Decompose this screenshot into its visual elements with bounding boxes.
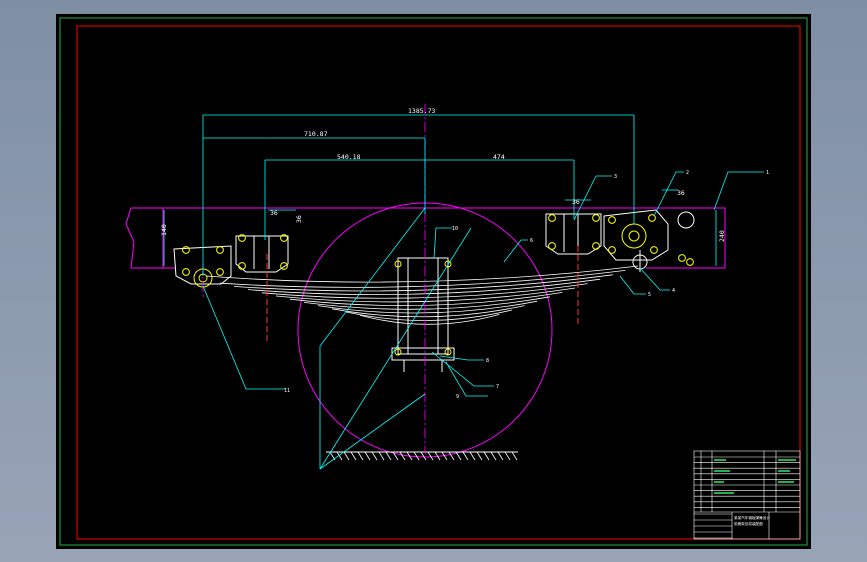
dim-small-d: 36 [295, 215, 303, 223]
hatch-stroke [378, 451, 385, 461]
dim-small-c: 36 [677, 189, 685, 197]
leader-lines [202, 171, 764, 397]
u-bolt-clamp [391, 257, 455, 372]
bolt-head [678, 254, 686, 262]
spring-leaf [219, 270, 626, 288]
title-block-text: 某某汽车钢板弹簧设计 前悬架总成装配图 [734, 515, 770, 526]
frame-rail [125, 207, 726, 269]
hatch-stroke [343, 451, 350, 461]
leaf-spring-stack [205, 265, 639, 325]
hatch-stroke [504, 451, 511, 461]
bolt-head [592, 214, 600, 222]
hatch-stroke [350, 451, 357, 461]
bolt-head [650, 246, 658, 254]
bolt-head [686, 258, 694, 266]
balloon-5: 5 [648, 292, 651, 298]
title-cell-mark [778, 459, 796, 461]
title-cell-mark [714, 470, 730, 472]
bolt-head [216, 246, 224, 254]
balloon-11: 11 [284, 388, 290, 394]
hatch-stroke [371, 451, 378, 461]
balloon-2: 2 [686, 170, 689, 176]
bolt-head [592, 242, 600, 250]
title-line-1: 某某汽车钢板弹簧设计 [734, 515, 770, 520]
hatch-stroke [469, 451, 476, 461]
part-balloons: 1 2 3 4 5 6 7 8 9 10 11 [284, 170, 769, 400]
hatch-stroke [455, 451, 462, 461]
hatch-stroke [497, 451, 504, 461]
hatch-stroke [399, 451, 406, 461]
balloon-6: 6 [530, 238, 533, 244]
hatch-stroke [364, 451, 371, 461]
centerlines [202, 104, 426, 454]
bolt-head [182, 246, 190, 254]
balloon-8: 8 [486, 358, 489, 364]
hatch-stroke [427, 451, 434, 461]
title-cell-mark [714, 492, 734, 494]
dim-inner-left: 540.18 [337, 153, 361, 161]
dim-small-b: 36 [572, 198, 580, 206]
bolt-head [216, 268, 224, 276]
ground-hatch [329, 451, 518, 461]
dim-overall: 1385.73 [408, 107, 435, 115]
bolt-head [608, 246, 616, 254]
dim-rear-height: 240 [718, 230, 726, 242]
balloon-3: 3 [614, 174, 617, 180]
dim-inner-right: 474 [493, 153, 505, 161]
spring-leaf [233, 274, 613, 292]
dimension-lines [163, 114, 717, 470]
dimension-labels: 1385.73 710.87 540.18 474 140 240 36 36 … [160, 107, 726, 242]
title-cell-mark [714, 459, 726, 461]
hatch-stroke [357, 451, 364, 461]
hatch-stroke [385, 451, 392, 461]
hatch-stroke [476, 451, 483, 461]
balloon-4: 4 [672, 288, 675, 294]
title-cell-mark [714, 481, 724, 483]
cad-viewport[interactable]: 1385.73 710.87 540.18 474 140 240 36 36 … [56, 14, 811, 549]
dim-left-half: 710.87 [304, 130, 328, 138]
bolt-head [548, 214, 556, 222]
balloon-1: 1 [766, 170, 769, 176]
title-cell-mark [778, 470, 790, 472]
bolt-head [548, 242, 556, 250]
hatch-stroke [413, 451, 420, 461]
suspension-assembly-drawing: 1385.73 710.87 540.18 474 140 240 36 36 … [59, 17, 808, 546]
bolt-head [280, 262, 288, 270]
hatch-stroke [490, 451, 497, 461]
title-cell-mark [778, 481, 794, 483]
hatch-stroke [448, 451, 455, 461]
hatch-stroke [483, 451, 490, 461]
hatch-stroke [511, 451, 518, 461]
bolt-head [608, 216, 616, 224]
balloon-10: 10 [452, 226, 458, 232]
dim-small-a: 36 [270, 209, 278, 217]
hatch-stroke [462, 451, 469, 461]
bolt-head [182, 268, 190, 276]
balloon-9: 9 [456, 394, 459, 400]
dim-front-height: 140 [160, 224, 168, 236]
balloon-7: 7 [496, 384, 499, 390]
title-line-2: 前悬架总成装配图 [734, 521, 763, 526]
spring-leaf [359, 314, 500, 325]
